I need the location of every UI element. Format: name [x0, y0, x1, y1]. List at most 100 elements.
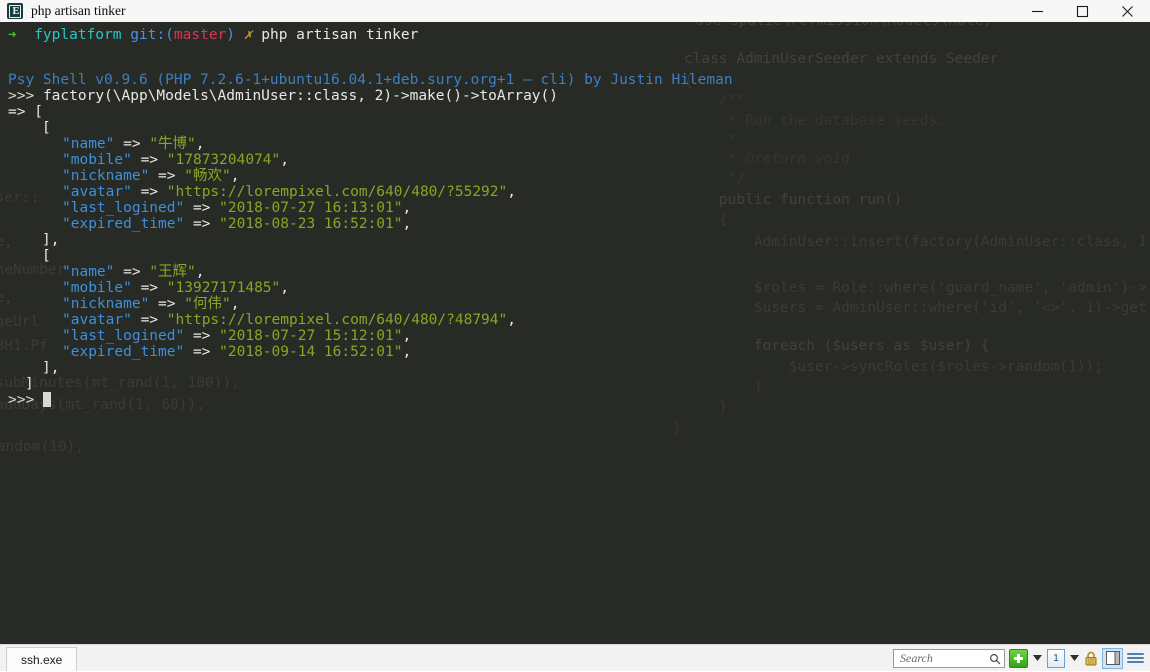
- console-tab-label: ssh.exe: [21, 652, 63, 667]
- prompt-git-branch: master: [173, 27, 227, 43]
- lock-button[interactable]: [1084, 649, 1098, 668]
- field-key: "mobile": [62, 280, 132, 296]
- field-value: "何伟": [184, 296, 231, 312]
- field-value: "17873204074": [166, 152, 281, 168]
- field-value: "2018-07-27 15:12:01": [219, 328, 403, 344]
- field-comma: ,: [280, 152, 290, 168]
- conemu-window: E php artisan tinker use Spatie\Permissi…: [0, 0, 1150, 671]
- record-close-bracket: ],: [42, 232, 60, 248]
- title-bar: E php artisan tinker: [0, 0, 1150, 22]
- field-arrow: =>: [140, 280, 159, 296]
- record-field: "expired_time" => "2018-09-14 16:52:01",: [62, 344, 411, 360]
- prompt-git-close: ): [226, 27, 236, 43]
- field-value: "王辉": [149, 264, 196, 280]
- maximize-button[interactable]: [1060, 0, 1105, 22]
- field-key: "last_logined": [62, 200, 185, 216]
- field-key: "name": [62, 136, 115, 152]
- field-comma: ,: [402, 216, 412, 232]
- active-console-indicator[interactable]: 1: [1047, 648, 1065, 668]
- field-key: "last_logined": [62, 328, 185, 344]
- psysh-banner: Psy Shell v0.9.6 (PHP 7.2.6-1+ubuntu16.0…: [8, 72, 733, 88]
- split-pane-icon: [1102, 647, 1123, 669]
- field-key: "expired_time": [62, 216, 185, 232]
- git-dirty-icon: ✗: [243, 27, 253, 43]
- field-arrow: =>: [140, 152, 159, 168]
- field-comma: ,: [195, 136, 205, 152]
- field-comma: ,: [230, 296, 240, 312]
- field-value: "畅欢": [184, 168, 231, 184]
- field-arrow: =>: [158, 296, 176, 312]
- field-key: "name": [62, 264, 115, 280]
- record-field: "name" => "牛博",: [62, 136, 205, 152]
- new-console-dropdown[interactable]: [1032, 649, 1043, 668]
- close-button[interactable]: [1105, 0, 1150, 22]
- status-bar-controls: 1: [893, 647, 1150, 670]
- field-value: "https://lorempixel.com/640/480/?55292": [166, 184, 508, 200]
- field-key: "expired_time": [62, 344, 185, 360]
- field-comma: ,: [507, 184, 516, 200]
- field-comma: ,: [195, 264, 205, 280]
- console-tab-ssh[interactable]: ssh.exe: [6, 647, 78, 671]
- lock-icon: [1084, 650, 1098, 667]
- record-field: "mobile" => "17873204074",: [62, 152, 289, 168]
- search-icon[interactable]: [989, 652, 1001, 670]
- result-open: => [: [8, 104, 43, 120]
- active-prompt-line: >>>: [8, 392, 51, 408]
- split-pane-button[interactable]: [1102, 647, 1123, 669]
- text-cursor: [42, 392, 51, 407]
- field-value: "13927171485": [166, 280, 281, 296]
- conemu-status-bar: ssh.exe 1: [0, 644, 1150, 671]
- repl-prompt: >>>: [8, 88, 35, 104]
- field-comma: ,: [402, 200, 412, 216]
- field-comma: ,: [402, 328, 412, 344]
- record-field: "last_logined" => "2018-07-27 15:12:01",: [62, 328, 411, 344]
- field-value: "https://lorempixel.com/640/480/?48794": [166, 312, 508, 328]
- record-field: "avatar" => "https://lorempixel.com/640/…: [62, 184, 516, 200]
- record-field: "expired_time" => "2018-08-23 16:52:01",: [62, 216, 411, 232]
- window-controls: [1015, 0, 1150, 22]
- field-arrow: =>: [192, 200, 211, 216]
- field-arrow: =>: [158, 168, 176, 184]
- new-console-icon: [1009, 648, 1028, 668]
- record-field: "nickname" => "何伟",: [62, 296, 239, 312]
- field-key: "avatar": [62, 184, 132, 200]
- field-arrow: =>: [192, 216, 211, 232]
- record-field: "last_logined" => "2018-07-27 16:13:01",: [62, 200, 411, 216]
- prompt-git-open: git:(: [130, 27, 174, 43]
- field-arrow: =>: [123, 136, 141, 152]
- terminal-surface[interactable]: use Spatie\Permission\Models\Role; class…: [0, 22, 1150, 644]
- search-box[interactable]: [893, 648, 1005, 670]
- console-tab-strip: ssh.exe: [0, 645, 893, 671]
- field-comma: ,: [280, 280, 290, 296]
- hamburger-menu-icon: [1127, 653, 1144, 663]
- repl-prompt: >>>: [8, 392, 35, 408]
- prompt-arrow-icon: ➔: [8, 27, 17, 43]
- window-title: php artisan tinker: [31, 3, 126, 18]
- field-comma: ,: [230, 168, 240, 184]
- entered-command: php artisan tinker: [261, 27, 419, 43]
- field-key: "nickname": [62, 296, 150, 312]
- record-open-bracket: [: [42, 120, 51, 136]
- field-value: "牛博": [149, 136, 196, 152]
- console-output: ➔ fyplatform git:(master) ✗ php artisan …: [0, 22, 1150, 644]
- field-arrow: =>: [140, 184, 159, 200]
- field-key: "mobile": [62, 152, 132, 168]
- record-field: "mobile" => "13927171485",: [62, 280, 289, 296]
- active-console-icon: 1: [1047, 648, 1065, 668]
- menu-button[interactable]: [1127, 649, 1144, 668]
- console-list-dropdown[interactable]: [1069, 649, 1080, 668]
- minimize-button[interactable]: [1015, 0, 1060, 22]
- prompt-directory: fyplatform: [34, 27, 122, 43]
- record-close-bracket: ],: [42, 360, 60, 376]
- app-icon-glyph: E: [9, 4, 21, 18]
- field-key: "nickname": [62, 168, 150, 184]
- field-arrow: =>: [192, 328, 211, 344]
- field-value: "2018-09-14 16:52:01": [219, 344, 403, 360]
- search-input[interactable]: [898, 649, 990, 667]
- field-arrow: =>: [192, 344, 211, 360]
- record-field: "name" => "王辉",: [62, 264, 205, 280]
- field-arrow: =>: [123, 264, 141, 280]
- field-comma: ,: [402, 344, 412, 360]
- field-comma: ,: [507, 312, 516, 328]
- new-console-button[interactable]: [1009, 648, 1028, 668]
